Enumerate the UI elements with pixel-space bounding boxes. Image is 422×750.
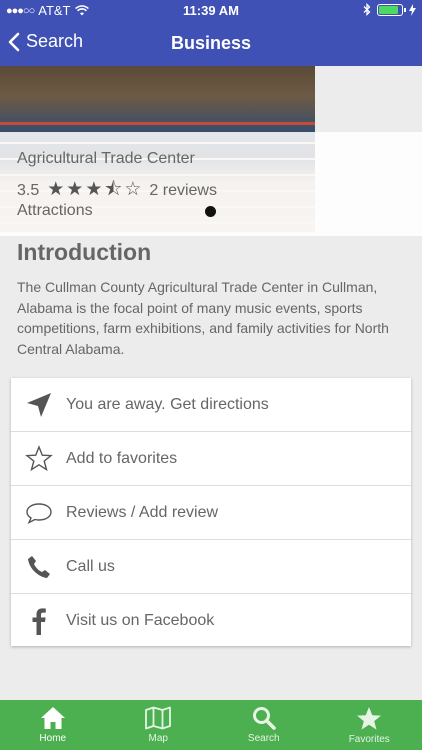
charging-bolt-icon — [409, 3, 416, 16]
tab-home-label: Home — [39, 733, 67, 744]
tab-favorites-label: Favorites — [348, 733, 390, 745]
bluetooth-icon — [363, 3, 371, 16]
call-us-label: Call us — [66, 557, 115, 575]
status-bar: ●●●○○ AT&T 11:39 AM — [0, 0, 422, 22]
intro-text: The Cullman County Agricultural Trade Ce… — [17, 279, 389, 357]
reviews-row[interactable]: Reviews / Add review — [11, 486, 411, 540]
home-icon — [40, 707, 65, 729]
business-name: Agricultural Trade Center — [17, 150, 195, 167]
call-us-row[interactable]: Call us — [11, 540, 411, 594]
tab-search-label: Search — [247, 733, 280, 744]
status-time: 11:39 AM — [183, 3, 239, 18]
navigation-bar: Search Business — [0, 22, 422, 66]
facebook-row[interactable]: Visit us on Facebook — [11, 594, 411, 648]
add-favorites-label: Add to favorites — [66, 449, 178, 467]
phone-icon — [11, 554, 66, 580]
chat-bubble-icon — [11, 501, 66, 525]
tab-map[interactable]: Map — [106, 700, 212, 750]
app-header: ●●●○○ AT&T 11:39 AM Search Business — [0, 0, 422, 66]
tab-home[interactable]: Home — [0, 700, 106, 750]
facebook-icon — [11, 607, 66, 635]
get-directions-row[interactable]: You are away. Get directions — [11, 378, 411, 432]
directions-arrow-icon — [11, 391, 66, 419]
business-category: Attractions — [17, 202, 93, 219]
tab-map-label: Map — [148, 733, 168, 744]
battery-icon — [377, 3, 406, 16]
page-title: Business — [170, 33, 252, 53]
add-favorites-row[interactable]: Add to favorites — [11, 432, 411, 486]
carousel-page-indicator[interactable] — [205, 206, 216, 217]
rating-value: 3.5 — [17, 182, 40, 199]
get-directions-label: You are away. Get directions — [66, 395, 269, 413]
reviews-label: Reviews / Add review — [66, 503, 219, 521]
search-icon — [252, 707, 276, 730]
review-count: 2 reviews — [149, 182, 217, 199]
tab-search[interactable]: Search — [211, 700, 317, 750]
facebook-label: Visit us on Facebook — [66, 612, 215, 629]
star-outline-icon — [11, 444, 66, 473]
intro-title: Introduction — [17, 239, 152, 265]
actions-card: You are away. Get directions Add to favo… — [11, 378, 411, 646]
map-icon — [145, 706, 172, 730]
tab-bar: Home Map Search Favorites — [0, 700, 422, 750]
star-icon — [357, 706, 382, 730]
tab-favorites[interactable]: Favorites — [317, 700, 422, 750]
